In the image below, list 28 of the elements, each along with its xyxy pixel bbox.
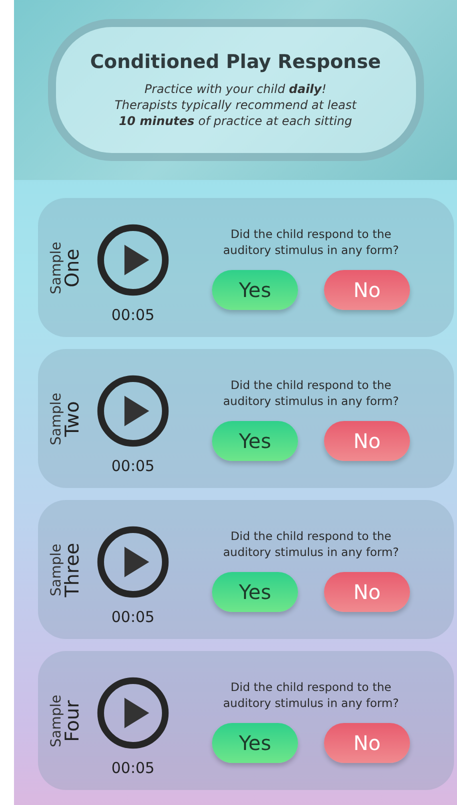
- yes-button[interactable]: Yes: [212, 420, 298, 460]
- play-button[interactable]: [95, 222, 171, 298]
- question-text: Did the child respond to the auditory stimulus in any form?: [222, 528, 400, 560]
- question-text: Did the child respond to the auditory stimulus in any form?: [222, 678, 400, 710]
- yes-button[interactable]: Yes: [212, 572, 298, 612]
- duration-text: 00:05: [111, 758, 155, 776]
- sample-name: Four: [64, 700, 82, 742]
- sample-label: Sample: [50, 241, 64, 294]
- play-button[interactable]: [95, 372, 171, 448]
- sample-name: Two: [64, 400, 82, 436]
- play-button[interactable]: [95, 674, 171, 750]
- play-button[interactable]: [95, 524, 171, 600]
- question-text: Did the child respond to the auditory stimulus in any form?: [222, 226, 400, 258]
- duration-text: 00:05: [111, 456, 155, 474]
- sample-label: Sample: [50, 694, 64, 747]
- question-text: Did the child respond to the auditory stimulus in any form?: [222, 376, 400, 408]
- duration-text: 00:05: [111, 306, 155, 324]
- yes-button[interactable]: Yes: [212, 722, 298, 762]
- yes-button[interactable]: Yes: [212, 270, 298, 310]
- sample-label: Sample: [50, 392, 64, 445]
- instruction-text: 10 minutes of practice at each sitting: [118, 113, 352, 129]
- instruction-text: Practice with your child daily!: [144, 81, 326, 97]
- app-title: Conditioned Play Response: [90, 51, 381, 73]
- instruction-text: Therapists typically recommend at least: [114, 97, 356, 113]
- sample-name: One: [64, 248, 82, 287]
- duration-text: 00:05: [111, 608, 155, 626]
- sample-name: Three: [64, 542, 82, 597]
- sample-label: Sample: [50, 543, 64, 596]
